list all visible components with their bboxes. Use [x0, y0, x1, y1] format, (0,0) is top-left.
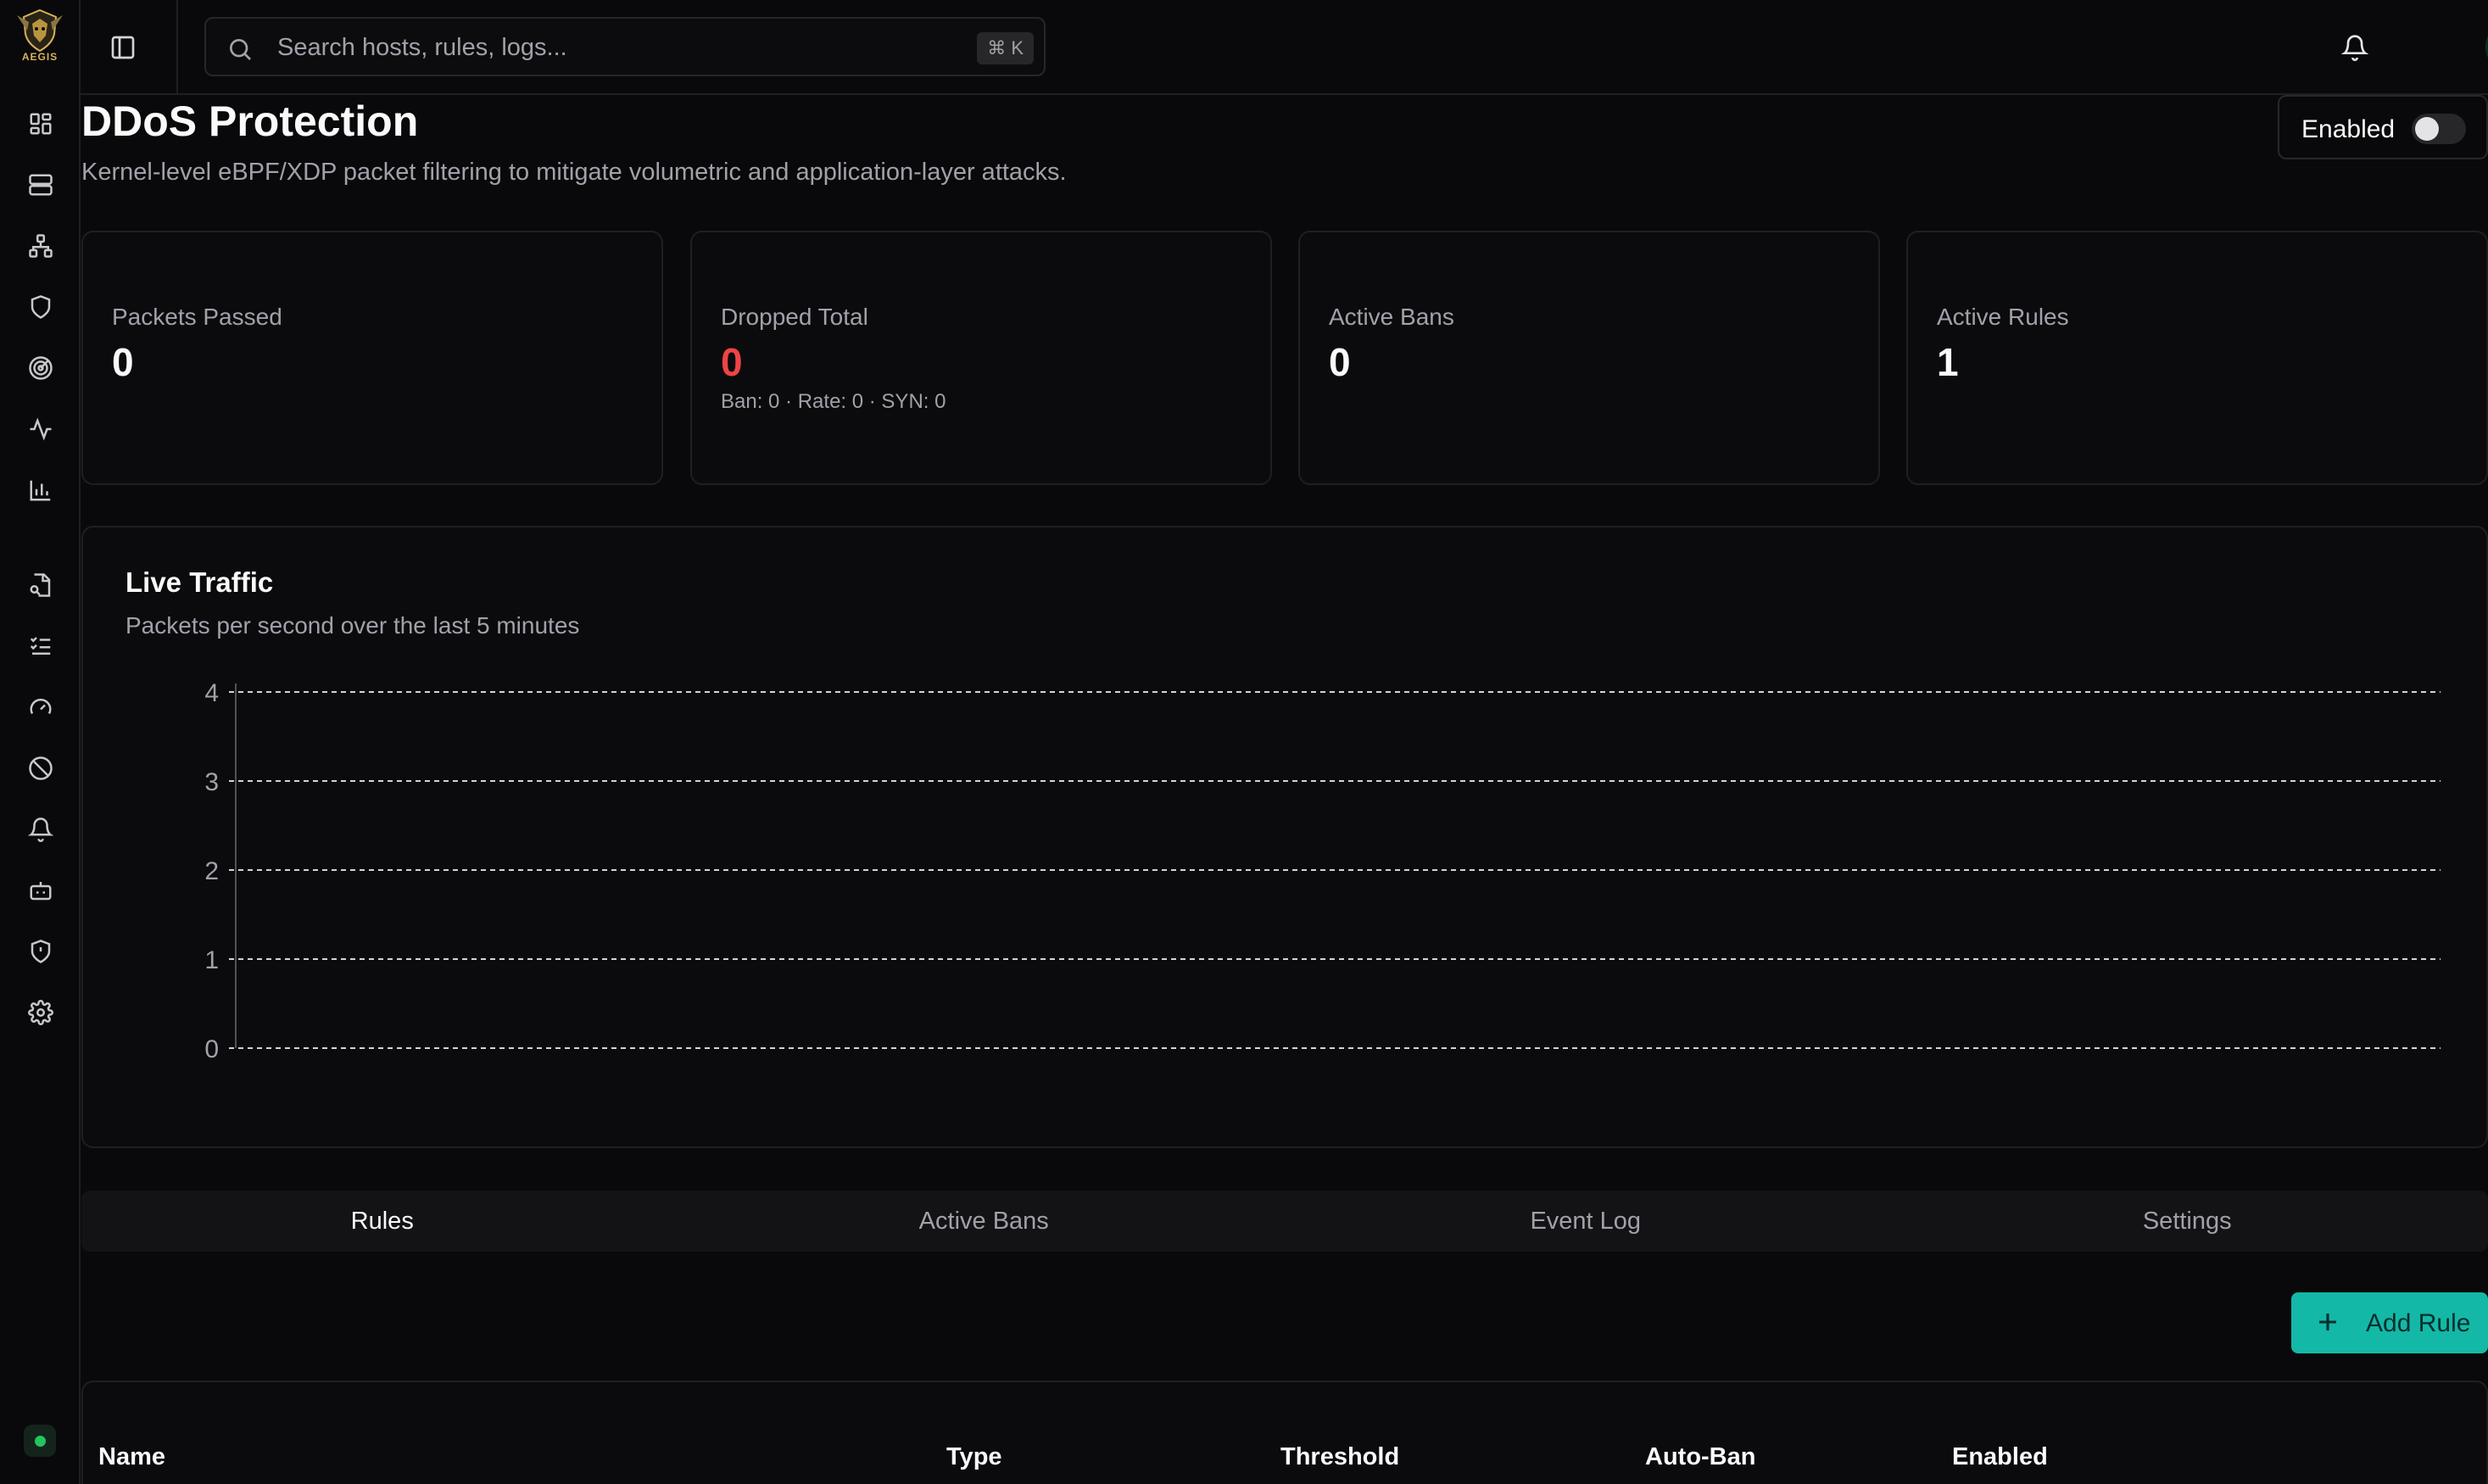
activity-icon[interactable]: [25, 414, 56, 444]
stat-label: Active Rules: [1937, 304, 2069, 330]
ddos-tabs: Rules Active Bans Event Log Settings: [81, 1191, 2488, 1252]
y-tick-label: 0: [204, 1035, 219, 1063]
add-rule-label: Add Rule: [2366, 1309, 2471, 1337]
aegis-logo[interactable]: AEGIS: [12, 7, 68, 66]
ban-icon[interactable]: [25, 753, 56, 784]
tab-active-bans[interactable]: Active Bans: [683, 1191, 1286, 1252]
stat-label: Active Bans: [1329, 304, 1454, 330]
y-tick-label: 3: [204, 768, 219, 796]
dashboard-icon[interactable]: [25, 109, 56, 139]
stat-label: Packets Passed: [112, 304, 282, 330]
tab-rules[interactable]: Rules: [81, 1191, 683, 1252]
column-header-type[interactable]: Type: [946, 1443, 1002, 1471]
protection-toggle-switch[interactable]: [2412, 114, 2466, 144]
radar-icon[interactable]: [25, 353, 56, 383]
bot-icon[interactable]: [25, 875, 56, 906]
protection-toggle-panel: Enabled: [2278, 95, 2488, 159]
live-traffic-card: Live Traffic Packets per second over the…: [81, 526, 2488, 1148]
protection-toggle-label: Enabled: [2301, 115, 2396, 143]
plus-icon: [2313, 1308, 2342, 1336]
logo-text: AEGIS: [21, 51, 59, 63]
y-tick-label: 2: [204, 857, 219, 885]
file-key-icon[interactable]: [25, 570, 56, 600]
gauge-icon[interactable]: [25, 692, 56, 722]
topbar: ⌘ K: [81, 0, 2488, 95]
stat-card-packets-passed: Packets Passed 0: [81, 231, 663, 485]
rules-table: Name Type Threshold Auto-Ban Enabled: [81, 1381, 2488, 1484]
network-icon[interactable]: [25, 231, 56, 261]
search-input[interactable]: [277, 32, 888, 63]
add-rule-button[interactable]: Add Rule: [2291, 1292, 2488, 1353]
server-icon[interactable]: [25, 170, 56, 200]
stat-value: 0: [1329, 340, 1351, 384]
sidebar: AEGIS: [0, 0, 81, 1484]
bell-icon[interactable]: [25, 814, 56, 845]
stat-card-active-bans: Active Bans 0: [1298, 231, 1880, 485]
stat-card-active-rules: Active Rules 1: [1906, 231, 2488, 485]
shield-alert-icon[interactable]: [25, 936, 56, 967]
live-traffic-chart: 0 1 2 3 4: [204, 679, 2441, 1063]
page-subtitle: Kernel-level eBPF/XDP packet filtering t…: [81, 159, 1067, 186]
tab-event-log[interactable]: Event Log: [1285, 1191, 1887, 1252]
stat-breakdown: Ban: 0 · Rate: 0 · SYN: 0: [721, 390, 946, 413]
shield-icon[interactable]: [25, 292, 56, 322]
column-header-enabled[interactable]: Enabled: [1952, 1443, 2048, 1471]
search-icon: [226, 36, 254, 63]
stat-label: Dropped Total: [721, 304, 868, 330]
bar-chart-icon[interactable]: [25, 475, 56, 505]
tab-settings[interactable]: Settings: [1887, 1191, 2488, 1252]
search-box[interactable]: ⌘ K: [204, 17, 1046, 76]
connection-status-indicator: [24, 1425, 56, 1457]
notifications-bell-icon[interactable]: [2336, 29, 2374, 66]
stat-card-dropped-total: Dropped Total 0 Ban: 0 · Rate: 0 · SYN: …: [690, 231, 1272, 485]
y-tick-label: 4: [204, 679, 219, 707]
settings-icon[interactable]: [25, 997, 56, 1028]
column-header-threshold[interactable]: Threshold: [1280, 1443, 1399, 1471]
sidebar-toggle-icon[interactable]: [106, 31, 140, 64]
topbar-divider: [176, 0, 178, 95]
column-header-auto-ban[interactable]: Auto-Ban: [1645, 1443, 1755, 1471]
search-shortcut-badge: ⌘ K: [977, 32, 1034, 64]
switch-knob: [2415, 117, 2439, 141]
page-title: DDoS Protection: [81, 98, 419, 145]
y-tick-label: 1: [204, 946, 219, 974]
stat-value: 0: [721, 340, 743, 384]
stat-value: 1: [1937, 340, 1959, 384]
checklist-icon[interactable]: [25, 631, 56, 661]
column-header-name[interactable]: Name: [98, 1443, 165, 1471]
stat-value: 0: [112, 340, 134, 384]
